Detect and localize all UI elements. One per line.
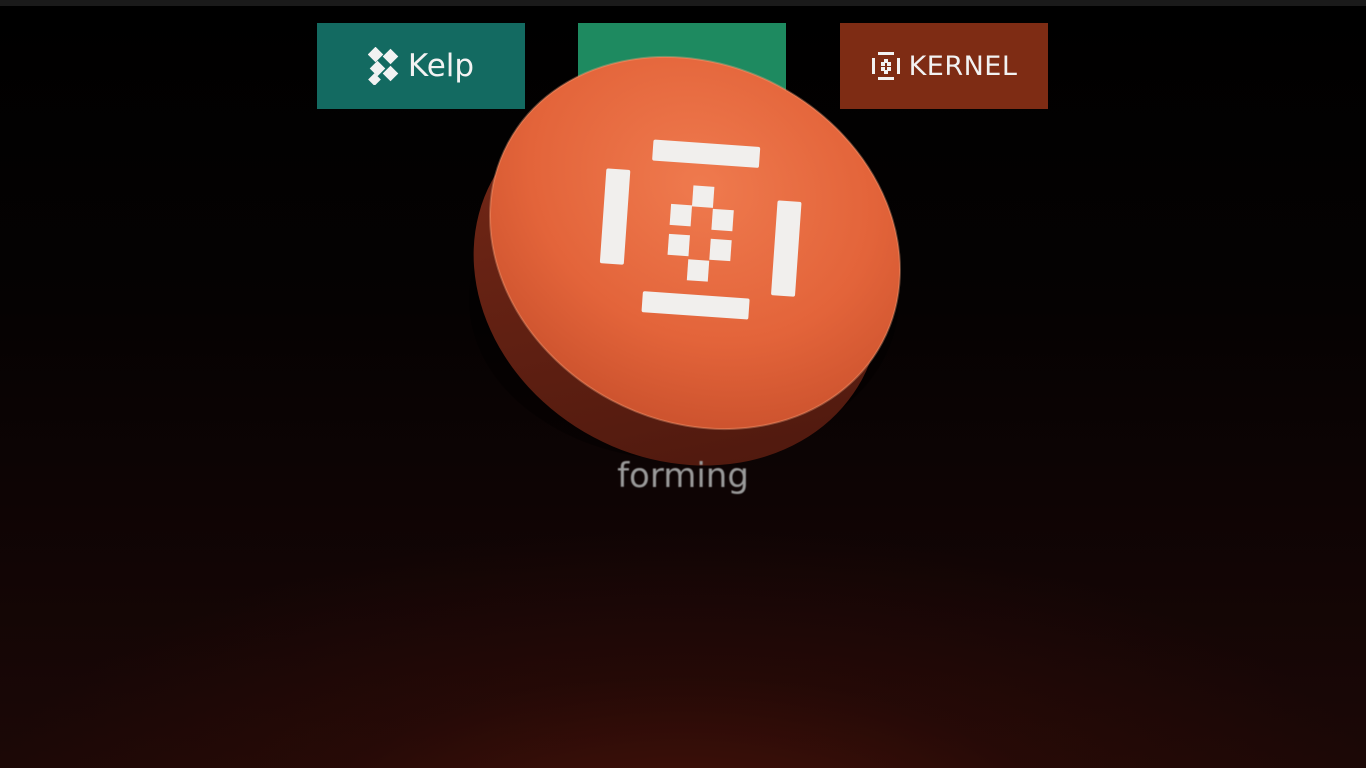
kernel-coin	[462, 40, 922, 480]
top-strip	[0, 0, 1366, 6]
kernel-logo-text: KERNEL	[908, 50, 1018, 82]
video-frame: Kelp KERNEL forming	[0, 0, 1366, 768]
kelp-logo-icon	[367, 47, 400, 85]
caption-text: forming	[617, 456, 749, 496]
